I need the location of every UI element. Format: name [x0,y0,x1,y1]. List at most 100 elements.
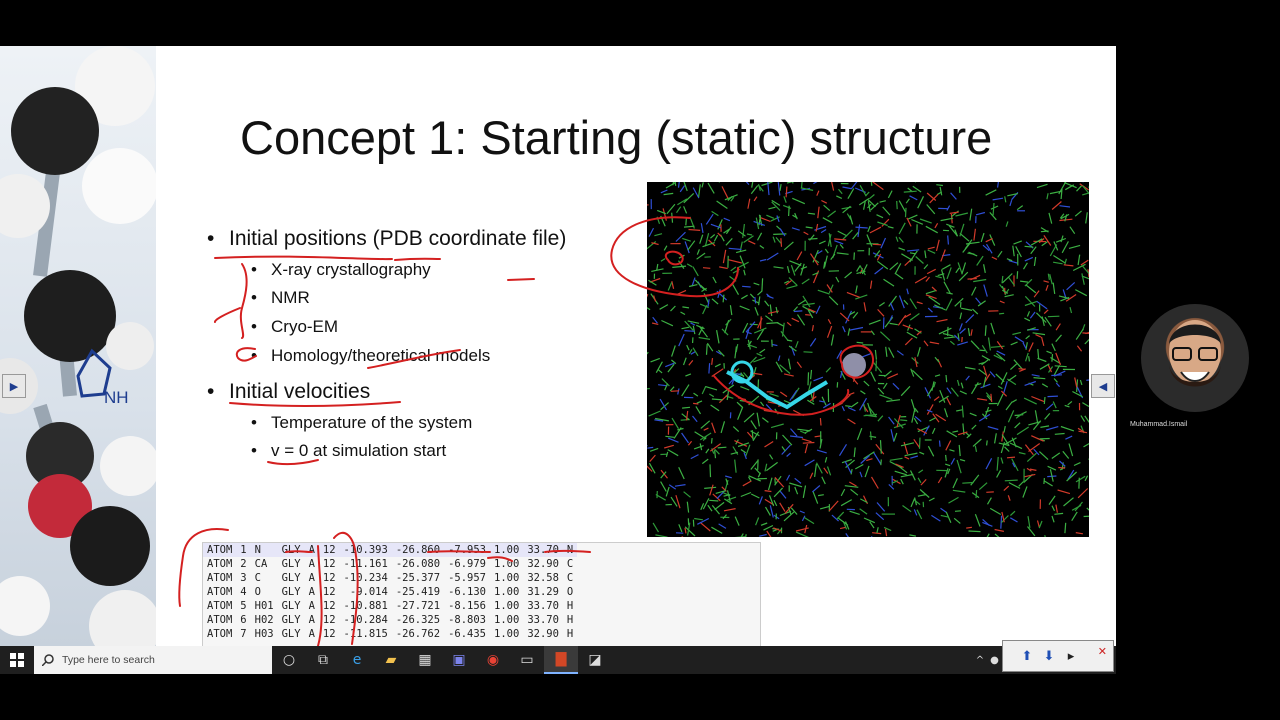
pdb-cell: ATOM [207,628,233,640]
pdb-cell: 1.00 [494,628,520,640]
pdb-cell: C [254,572,261,584]
pdb-cell: 5 [240,600,247,612]
pdb-cell: 32.90 [527,558,559,570]
file-explorer-icon[interactable]: ▰ [374,646,408,674]
subbullet-homology: Homology/theoretical models [251,346,490,366]
pdb-cell: 31.29 [527,586,559,598]
pdb-row: ATOM 7 H03 GLY A 12 -11.815 -26.762 -6.435 1.00 32… [203,627,577,641]
pdb-cell: -25.419 [395,586,441,598]
subbullet-cryoem: Cryo-EM [251,317,338,337]
pdb-cell: H [566,614,574,626]
pen-toolbar-popup: ⬆ ⬇ ▸ ✕ [1002,640,1114,672]
presentation-slide: NH Concept 1: Starting (static) structur… [0,46,1116,646]
pdb-cell: A [308,614,315,626]
pdb-cell: A [308,586,315,598]
teams-icon[interactable]: ▣ [442,646,476,674]
pdb-cell: 12 [322,544,336,556]
pdb-cell: -8.156 [448,600,487,612]
pdb-cell: A [308,558,315,570]
arrow-up-icon[interactable]: ⬆ [1019,648,1035,664]
start-button[interactable] [0,646,34,674]
pdb-cell: ATOM [207,614,233,626]
pdb-cell: O [566,586,574,598]
cortana-icon[interactable]: ○ [272,646,306,674]
collapse-panel-button[interactable]: ◀ [1091,374,1115,398]
close-icon[interactable]: ✕ [1098,645,1107,658]
pdb-cell: -25.377 [395,572,441,584]
chevron-up-icon[interactable]: ^ [976,655,984,666]
pdb-row: ATOM 6 H02 GLY A 12 -10.284 -26.325 -8.803 1.00 33… [203,613,577,627]
edge-icon[interactable]: e [340,646,374,674]
pdb-cell: 12 [322,586,336,598]
pdb-cell: 12 [322,628,336,640]
presenter-avatar [1169,320,1221,387]
bullet-initial-velocities: Initial velocities [207,380,370,404]
slide-title: Concept 1: Starting (static) structure [240,111,993,164]
pdb-cell: CA [254,558,268,570]
pdb-cell: H [566,600,574,612]
pdb-cell: A [308,600,315,612]
pdb-cell: N [254,544,261,556]
pdb-cell: 12 [322,600,336,612]
pdb-row: ATOM 1 N GLY A 12 -10.393 -26.860 -7.953 1.00 33.7… [203,543,578,557]
pdb-cell: -27.721 [395,600,441,612]
pdb-cell: H02 [254,614,274,626]
powerpoint-icon[interactable]: ▇ [544,646,578,674]
pdb-cell: H01 [254,600,274,612]
whiteboard-icon[interactable]: ◪ [578,646,612,674]
protein-structure-image [647,182,1089,537]
pdb-table: ATOM 1 N GLY A 12 -10.393 -26.860 -7.953 1.00 33.7… [203,543,578,641]
pdb-cell: 12 [322,572,336,584]
pdb-cell: A [308,628,315,640]
pdb-row: ATOM 4 O GLY A 12 -9.014 -25.419 -6.130 1.00 31.29… [203,585,577,599]
molecule-decoration-graphic: NH [0,46,156,646]
windows-icon [10,653,24,667]
pdb-cell: -10.881 [343,600,388,612]
pdb-cell: 1.00 [494,586,520,598]
task-view-icon[interactable]: ⧉ [306,646,340,674]
pdb-cell: 2 [240,558,247,570]
pdb-cell: GLY [281,572,301,584]
subbullet-zero-velocity: v = 0 at simulation start [251,441,446,461]
molecule-decoration-image: NH [0,46,156,646]
pdb-cell: -9.014 [349,586,388,598]
pdb-cell: -7.953 [448,544,487,556]
pdb-cell: 6 [240,614,247,626]
previous-slide-button[interactable]: ▶ [2,374,26,398]
pdb-cell: 12 [322,614,336,626]
pdb-row: ATOM 2 CA GLY A 12 -11.161 -26.080 -6.979 1.00 32.… [203,557,577,571]
pdb-cell: 3 [240,572,247,584]
pdb-cell: -8.803 [448,614,487,626]
pdb-cell: 32.90 [527,628,559,640]
pdb-cell: GLY [281,628,301,640]
pdb-row: ATOM 3 C GLY A 12 -10.234 -25.377 -5.957 1.00 32.5… [203,571,577,585]
pdb-cell: O [254,586,261,598]
pdb-cell: 33.70 [527,614,559,626]
arrow-down-icon[interactable]: ⬇ [1041,648,1057,664]
pdb-cell: GLY [281,600,301,612]
pdb-cell: ATOM [207,544,233,556]
pdb-cell: N [566,544,574,556]
pdb-cell: 12 [322,558,336,570]
pdb-cell: 1.00 [494,572,520,584]
store-icon[interactable]: ▦ [408,646,442,674]
pdb-cell: GLY [281,558,301,570]
chrome-icon[interactable]: ◉ [476,646,510,674]
subbullet-nmr: NMR [251,288,310,308]
search-icon [42,654,54,666]
pdb-cell: -6.130 [448,586,487,598]
pdb-cell: C [566,572,574,584]
pdb-cell: ATOM [207,572,233,584]
pdb-cell: 33.70 [527,544,559,556]
taskbar-search-box[interactable]: Type here to search [34,646,272,674]
pdb-cell: ATOM [207,586,233,598]
microphone-icon[interactable]: ● [990,655,999,666]
pdb-cell: H03 [254,628,274,640]
pdb-cell: -6.435 [448,628,487,640]
app-icon[interactable]: ▭ [510,646,544,674]
pdb-cell: -11.161 [343,558,388,570]
pdb-cell: 1.00 [494,544,520,556]
pdb-cell: -6.979 [448,558,487,570]
pdb-cell: 4 [240,586,247,598]
play-icon[interactable]: ▸ [1063,648,1079,664]
